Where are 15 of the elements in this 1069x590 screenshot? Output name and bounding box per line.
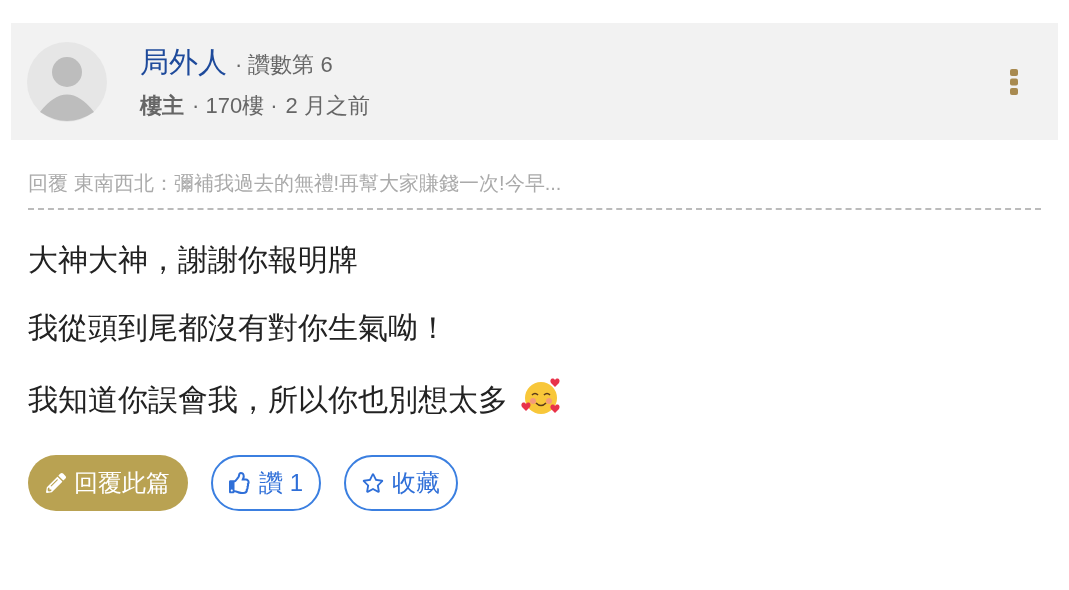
reply-button[interactable]: 回覆此篇 [28,455,188,511]
thumbs-up-icon [229,472,251,494]
floor-number: · 170樓 · [192,91,278,120]
post-text: 大神大神，謝謝你報明牌 [28,242,359,278]
like-button[interactable]: 讚 1 [211,455,321,511]
post-text: 我知道你誤會我，所以你也別想太多 [28,376,1041,420]
save-button[interactable]: 收藏 [344,455,458,511]
author-name[interactable]: 局外人 [140,41,227,85]
more-icon[interactable] [1010,68,1018,95]
like-rank: · 讚數第 6 [235,51,333,80]
role-label: 樓主 [140,91,184,120]
post-text: 我從頭到尾都沒有對你生氣呦！ [28,310,449,346]
star-icon [362,472,384,494]
post-time: 2 月之前 [285,91,370,120]
pencil-icon [46,473,66,493]
